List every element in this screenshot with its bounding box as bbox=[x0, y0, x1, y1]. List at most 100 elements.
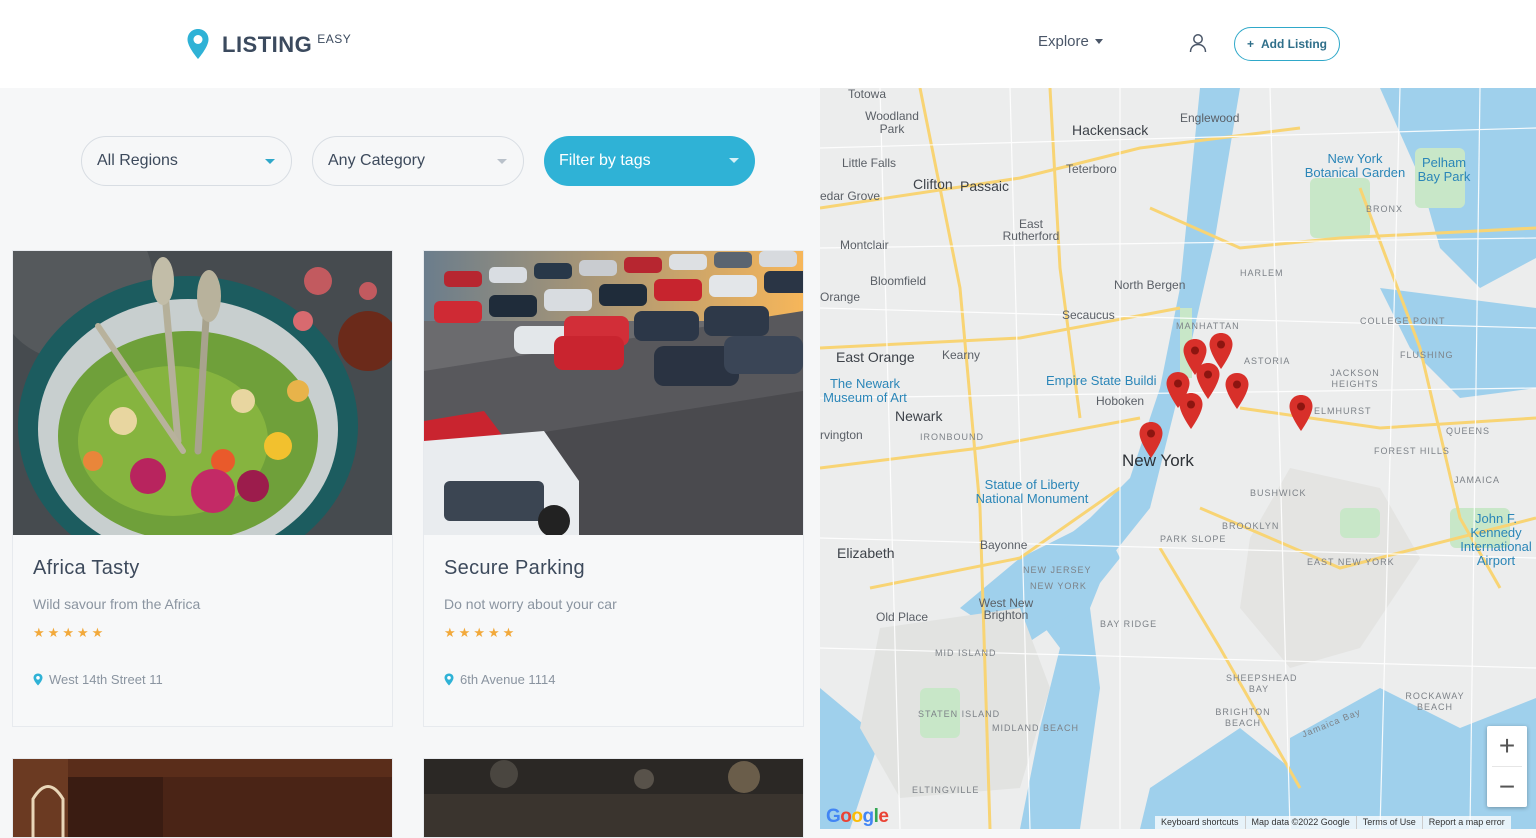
map-label: Teterboro bbox=[1066, 162, 1117, 176]
map-label: NEW JERSEY bbox=[1023, 565, 1092, 575]
chevron-down-icon bbox=[1094, 39, 1103, 44]
map-label: North Bergen bbox=[1114, 278, 1186, 292]
star-icon: ★ bbox=[502, 625, 515, 640]
map-label: Elizabeth bbox=[837, 545, 895, 561]
user-icon[interactable] bbox=[1188, 33, 1208, 53]
map-label: Newark bbox=[895, 408, 943, 424]
listing-card[interactable] bbox=[12, 758, 393, 838]
category-select[interactable]: Any Category bbox=[312, 136, 524, 186]
map-label: Hackensack bbox=[1072, 122, 1149, 138]
map-label: The Newark Museum of Art bbox=[823, 376, 907, 405]
listing-card[interactable]: Secure Parking Do not worry about your c… bbox=[423, 250, 804, 727]
chevron-down-icon bbox=[265, 159, 275, 164]
map-marker[interactable] bbox=[1288, 394, 1314, 432]
map-label: Old Place bbox=[876, 610, 929, 624]
regions-select[interactable]: All Regions bbox=[81, 136, 292, 186]
google-logo: Google bbox=[826, 806, 889, 827]
map-label: Statue of Liberty National Monument bbox=[975, 477, 1089, 506]
map-label: ELTINGVILLE bbox=[912, 785, 980, 795]
location-pin-icon bbox=[187, 29, 209, 59]
add-listing-button[interactable]: + Add Listing bbox=[1234, 27, 1340, 61]
map-label: rvington bbox=[820, 428, 863, 442]
explore-label: Explore bbox=[1038, 33, 1089, 50]
star-icon: ★ bbox=[487, 625, 500, 640]
star-icon: ★ bbox=[33, 625, 45, 640]
listing-title[interactable]: Africa Tasty bbox=[33, 557, 140, 580]
star-icon: ★ bbox=[91, 625, 104, 640]
rating-stars: ★ ★ ★ ★ ★ bbox=[33, 626, 103, 640]
map-label: Secaucus bbox=[1062, 308, 1115, 322]
brand-suffix: EASY bbox=[317, 32, 352, 46]
map-label: QUEENS bbox=[1446, 426, 1491, 436]
map-label: Orange bbox=[820, 290, 861, 304]
location-pin-icon bbox=[33, 673, 43, 686]
brand-name: LISTING bbox=[222, 32, 313, 57]
listing-card[interactable] bbox=[423, 758, 804, 838]
map-label: Clifton bbox=[913, 176, 953, 192]
plus-icon: + bbox=[1246, 37, 1254, 51]
chevron-down-icon bbox=[497, 159, 507, 164]
map-label: Woodland Park bbox=[865, 109, 919, 136]
map-label: COLLEGE POINT bbox=[1360, 316, 1446, 326]
map-label: BRONX bbox=[1366, 204, 1404, 214]
map-label: NEW YORK bbox=[1030, 581, 1087, 591]
zoom-in-button[interactable]: + bbox=[1487, 726, 1527, 766]
address-text: West 14th Street 11 bbox=[49, 672, 163, 687]
map-label: JAMAICA bbox=[1454, 475, 1501, 485]
listing-image[interactable] bbox=[424, 251, 803, 535]
address-text: 6th Avenue 1114 bbox=[460, 672, 556, 687]
star-icon: ★ bbox=[458, 625, 471, 640]
map-label: edar Grove bbox=[820, 189, 881, 203]
regions-value: All Regions bbox=[97, 152, 178, 169]
listing-image[interactable] bbox=[13, 759, 392, 837]
map-label: SHEEPSHEAD BAY bbox=[1226, 673, 1298, 694]
brand-logo[interactable]: LISTING EASY bbox=[186, 28, 351, 60]
map-label: BUSHWICK bbox=[1250, 488, 1307, 498]
map-label: West New Brighton bbox=[978, 596, 1034, 622]
report-error-link[interactable]: Report a map error bbox=[1421, 816, 1511, 829]
listing-image[interactable] bbox=[424, 759, 803, 837]
map-label: MIDLAND BEACH bbox=[992, 723, 1080, 733]
map-label: Englewood bbox=[1180, 111, 1240, 125]
terms-link[interactable]: Terms of Use bbox=[1355, 816, 1422, 829]
map-label: MID ISLAND bbox=[935, 648, 997, 658]
listing-description: Do not worry about your car bbox=[444, 596, 617, 612]
map-label: FOREST HILLS bbox=[1374, 446, 1450, 456]
map-label: Bayonne bbox=[980, 538, 1028, 552]
map-data-text: Map data ©2022 Google bbox=[1244, 816, 1356, 829]
map-label: New York Botanical Garden bbox=[1304, 151, 1406, 180]
map-label: HARLEM bbox=[1240, 268, 1284, 278]
tags-filter-select[interactable]: Filter by tags bbox=[544, 136, 755, 186]
map-label: PARK SLOPE bbox=[1160, 534, 1227, 544]
star-icon: ★ bbox=[444, 625, 456, 640]
listing-description: Wild savour from the Africa bbox=[33, 596, 201, 612]
category-value: Any Category bbox=[328, 152, 425, 169]
keyboard-shortcuts-link[interactable]: Keyboard shortcuts bbox=[1155, 816, 1245, 829]
map-marker[interactable] bbox=[1178, 392, 1204, 430]
add-listing-label: Add Listing bbox=[1261, 37, 1327, 51]
map-label: Totowa bbox=[848, 88, 887, 101]
map-label: Passaic bbox=[960, 178, 1010, 194]
map-label: ELMHURST bbox=[1314, 406, 1372, 416]
listing-address: West 14th Street 11 bbox=[33, 672, 163, 687]
chevron-down-icon bbox=[729, 158, 739, 163]
map-label: Bloomfield bbox=[870, 274, 927, 288]
map-label: East Orange bbox=[836, 349, 915, 365]
map-label: ROCKAWAY BEACH bbox=[1405, 691, 1465, 712]
listing-address: 6th Avenue 1114 bbox=[444, 672, 555, 687]
zoom-out-button[interactable]: − bbox=[1487, 767, 1527, 807]
map-label: Kearny bbox=[942, 348, 981, 362]
star-icon: ★ bbox=[76, 625, 89, 640]
star-icon: ★ bbox=[473, 625, 485, 640]
explore-menu[interactable]: Explore bbox=[1038, 33, 1103, 50]
listing-title[interactable]: Secure Parking bbox=[444, 557, 585, 580]
map-marker[interactable] bbox=[1224, 372, 1250, 410]
map-label: Hoboken bbox=[1096, 394, 1145, 408]
tags-value: Filter by tags bbox=[559, 152, 651, 169]
map-label: STATEN ISLAND bbox=[918, 709, 1001, 719]
listing-image[interactable] bbox=[13, 251, 392, 535]
listing-card[interactable]: Africa Tasty Wild savour from the Africa… bbox=[12, 250, 393, 727]
zoom-controls: + − bbox=[1487, 726, 1527, 807]
map-marker[interactable] bbox=[1138, 421, 1164, 459]
map-view[interactable]: Totowa Woodland Park Hackensack Englewoo… bbox=[820, 88, 1536, 829]
